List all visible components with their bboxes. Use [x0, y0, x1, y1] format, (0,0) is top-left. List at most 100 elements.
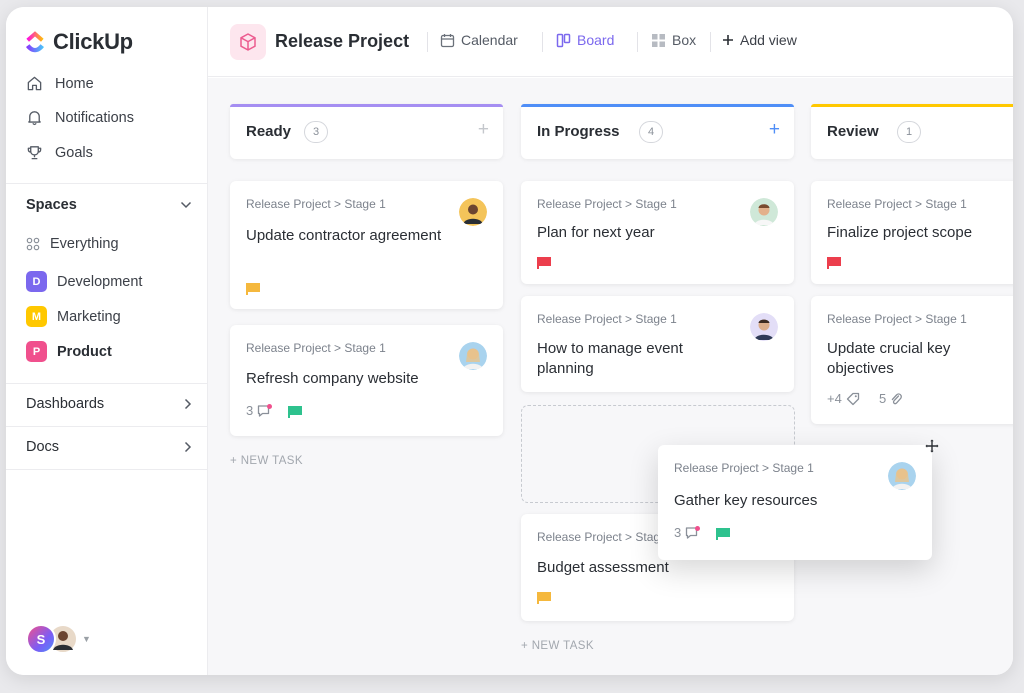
- everything-icon: [26, 237, 40, 251]
- task-path: Release Project > Stage 1: [537, 197, 677, 211]
- chevron-down-icon[interactable]: [180, 201, 192, 209]
- assignee-avatar[interactable]: [750, 313, 778, 341]
- board: Ready 3 + Release Project > Stage 1 Upda…: [208, 78, 1013, 675]
- task-path: Release Project > Stage 1: [537, 312, 677, 326]
- task-title: Plan for next year: [537, 224, 655, 241]
- task-path: Release Project > Stage 1: [537, 530, 677, 544]
- box-icon: [652, 33, 665, 47]
- assignee-avatar[interactable]: [888, 462, 916, 490]
- priority-flag-icon[interactable]: [537, 257, 551, 269]
- space-label: Marketing: [57, 308, 121, 325]
- column-count: 4: [639, 121, 663, 143]
- priority-flag-icon[interactable]: [537, 592, 551, 604]
- priority-flag-icon[interactable]: [716, 528, 730, 540]
- avatar: S: [26, 624, 56, 654]
- task-title: Update crucial key objectives: [827, 340, 951, 377]
- nav-home-label: Home: [55, 75, 94, 92]
- clickup-logo[interactable]: ClickUp: [24, 29, 133, 55]
- space-badge: D: [26, 271, 47, 292]
- comment-count[interactable]: 3: [674, 525, 701, 540]
- assignee-avatar[interactable]: [459, 198, 487, 226]
- comment-count-value: 3: [674, 525, 682, 540]
- column-header-in-progress: In Progress 4 +: [521, 104, 794, 159]
- sidebar-item-docs[interactable]: Docs: [26, 439, 192, 455]
- spaces-header[interactable]: Spaces: [26, 197, 192, 213]
- dragging-task-card[interactable]: Release Project > Stage 1 Gather key res…: [658, 445, 932, 560]
- sidebar-item-dashboards[interactable]: Dashboards: [26, 396, 192, 412]
- project-icon: [230, 24, 266, 60]
- sidebar-divider: [6, 183, 208, 184]
- task-card[interactable]: Release Project > Stage 1 Plan for next …: [521, 181, 794, 284]
- column-color-bar: [230, 104, 503, 107]
- sidebar-item-everything[interactable]: Everything: [26, 236, 119, 252]
- chevron-right-icon: [184, 441, 192, 453]
- column-title: Ready: [246, 123, 292, 140]
- task-card[interactable]: Release Project > Stage 1 Refresh compan…: [230, 325, 503, 436]
- nav-notifications[interactable]: Notifications: [26, 109, 134, 126]
- add-view-button[interactable]: Add view: [722, 32, 797, 48]
- space-label: Product: [57, 343, 112, 360]
- task-path: Release Project > Stage 1: [246, 341, 386, 355]
- assignee-avatar[interactable]: [459, 342, 487, 370]
- task-card[interactable]: Release Project > Stage 1 How to manage …: [521, 296, 794, 392]
- sidebar-item-product[interactable]: P Product: [26, 341, 112, 362]
- view-separator: [542, 32, 543, 52]
- sidebar: ClickUp Home Notifications Goals Spaces: [6, 7, 208, 675]
- sidebar-divider: [6, 383, 208, 384]
- sidebar-item-marketing[interactable]: M Marketing: [26, 306, 121, 327]
- priority-flag-icon[interactable]: [246, 283, 260, 295]
- space-badge: M: [26, 306, 47, 327]
- add-view-label: Add view: [740, 32, 797, 48]
- column-color-bar: [811, 104, 1013, 107]
- priority-flag-icon[interactable]: [288, 406, 302, 418]
- column-header-ready: Ready 3 +: [230, 104, 503, 159]
- trophy-icon: [27, 146, 42, 160]
- task-title: How to manage event planning: [537, 340, 683, 377]
- tab-board-label: Board: [577, 32, 615, 48]
- column-header-review: Review 1: [811, 104, 1013, 159]
- column-count: 3: [304, 121, 328, 143]
- header: Release Project Calendar Board Box Add v…: [208, 7, 1013, 77]
- tag-icon: [846, 392, 859, 405]
- space-label: Development: [57, 273, 143, 290]
- view-separator: [637, 32, 638, 52]
- user-menu[interactable]: S ▼: [26, 624, 91, 654]
- new-task-button[interactable]: + NEW TASK: [230, 455, 303, 467]
- task-path: Release Project > Stage 1: [827, 312, 967, 326]
- view-separator: [710, 32, 711, 52]
- task-card[interactable]: Release Project > Stage 1 Finalize proje…: [811, 181, 1013, 284]
- docs-label: Docs: [26, 439, 60, 455]
- calendar-icon: [440, 33, 455, 47]
- tab-calendar[interactable]: Calendar: [440, 32, 518, 48]
- attachment-count[interactable]: 5: [879, 391, 903, 406]
- task-card[interactable]: Release Project > Stage 1 Update crucial…: [811, 296, 1013, 424]
- board-icon: [556, 33, 571, 47]
- priority-flag-icon[interactable]: [827, 257, 841, 269]
- bell-icon: [28, 111, 41, 126]
- comment-icon: [686, 525, 701, 539]
- nav-goals[interactable]: Goals: [26, 144, 93, 161]
- tab-box[interactable]: Box: [651, 32, 696, 48]
- new-task-button[interactable]: + NEW TASK: [521, 640, 594, 652]
- add-task-icon[interactable]: +: [769, 119, 780, 141]
- column-color-bar: [521, 104, 794, 107]
- home-icon: [27, 76, 42, 91]
- attachment-count-value: 5: [879, 391, 887, 406]
- column-title: In Progress: [537, 123, 620, 140]
- assignee-avatar[interactable]: [750, 198, 778, 226]
- tab-board[interactable]: Board: [556, 32, 614, 48]
- plus-icon: [723, 35, 733, 45]
- task-path: Release Project > Stage 1: [674, 461, 814, 475]
- chevron-right-icon: [184, 398, 192, 410]
- sidebar-item-development[interactable]: D Development: [26, 271, 142, 292]
- task-card[interactable]: Release Project > Stage 1 Update contrac…: [230, 181, 503, 309]
- nav-home[interactable]: Home: [26, 75, 94, 92]
- column-title: Review: [827, 123, 879, 140]
- comment-count[interactable]: 3: [246, 403, 273, 418]
- add-task-icon[interactable]: +: [478, 119, 489, 141]
- cube-icon: [240, 33, 256, 51]
- tag-count[interactable]: +4: [827, 391, 860, 406]
- tab-calendar-label: Calendar: [461, 32, 518, 48]
- clickup-logo-icon: [26, 31, 44, 53]
- sidebar-divider: [6, 426, 208, 427]
